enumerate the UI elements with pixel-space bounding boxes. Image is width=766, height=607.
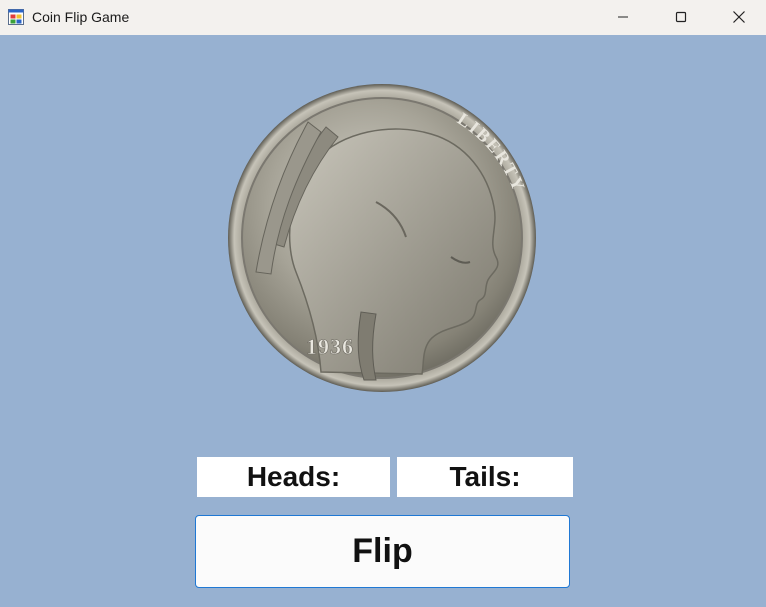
flip-button[interactable]: Flip [195, 515, 570, 588]
minimize-icon [618, 16, 628, 18]
title-bar: Coin Flip Game [0, 0, 766, 35]
coin-image: LIBERTY 1936 [228, 84, 536, 392]
tails-label: Tails: [397, 457, 573, 497]
close-icon [733, 11, 745, 23]
maximize-button[interactable] [652, 0, 710, 34]
close-button[interactable] [710, 0, 766, 34]
window-title: Coin Flip Game [32, 9, 130, 25]
app-icon [8, 9, 24, 25]
coin-year: 1936 [306, 334, 354, 359]
heads-label: Heads: [197, 457, 390, 497]
minimize-button[interactable] [594, 0, 652, 34]
maximize-icon [675, 11, 687, 23]
